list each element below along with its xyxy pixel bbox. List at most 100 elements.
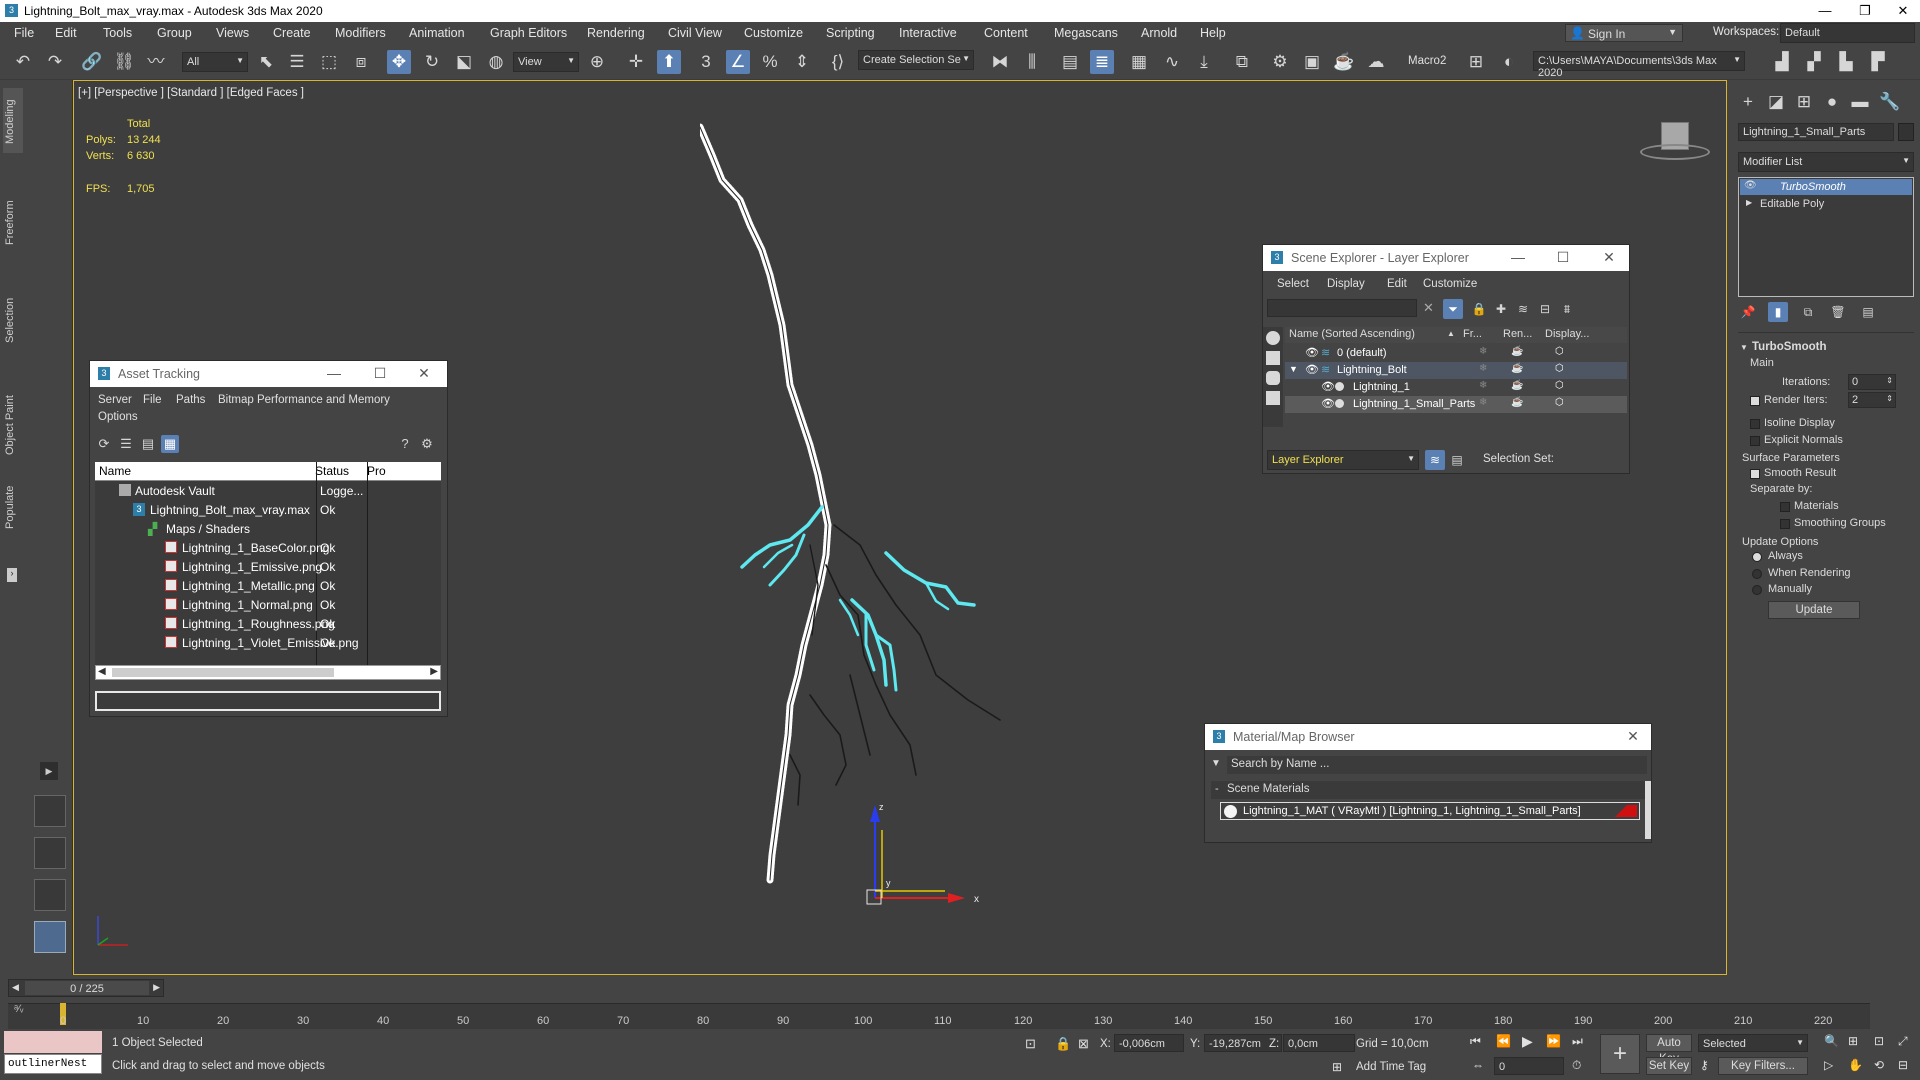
refresh-icon[interactable]: ⟳ [95, 435, 113, 453]
rendered-frame-window-icon[interactable]: ▣ [1300, 50, 1324, 74]
display-tab-icon[interactable]: ▬ [1848, 90, 1872, 114]
orbit-icon[interactable]: ⟲ [1874, 1058, 1884, 1072]
percent-snap-icon[interactable]: % [758, 50, 782, 74]
rectangular-selection-icon[interactable]: ⬚ [317, 50, 341, 74]
absolute-mode-icon[interactable]: ⊠ [1078, 1036, 1089, 1052]
display-box-icon[interactable]: ⬡ [1555, 380, 1564, 391]
select-manipulate-icon[interactable]: ✛ [624, 50, 648, 74]
materials-checkbox[interactable] [1780, 502, 1790, 512]
scene-menu-edit[interactable]: Edit [1387, 278, 1407, 290]
modifier-list-dropdown[interactable]: Modifier List ▼ [1738, 152, 1914, 172]
table-row[interactable]: ▞ Maps / Shaders [95, 520, 441, 539]
asset-menu-server[interactable]: Server [98, 394, 132, 406]
layer-row[interactable]: 👁 ≋ 0 (default) ❄ ☕ ⬡ [1285, 345, 1627, 362]
menu-megascans[interactable]: Megascans [1054, 26, 1118, 40]
scale-icon[interactable]: ⬕ [452, 50, 476, 74]
named-selection-dropdown[interactable]: Create Selection Se ▼ [858, 50, 974, 70]
spinner-snap-icon[interactable]: ⇕ [790, 50, 814, 74]
toolbar-right-4-icon[interactable]: ▛ [1866, 50, 1890, 74]
render-teapot-icon[interactable]: ☕ [1511, 380, 1523, 391]
add-time-tag[interactable]: Add Time Tag [1356, 1061, 1426, 1073]
column-status[interactable]: Status [315, 464, 349, 478]
spinner-arrows-icon[interactable]: ⇕ [1886, 376, 1893, 385]
expand-tab-icon[interactable]: › [7, 568, 17, 582]
layout-triple-icon[interactable] [34, 879, 66, 911]
pin-stack-icon[interactable]: 📌 [1738, 302, 1758, 322]
curve-editor-icon[interactable]: ∿ [1160, 50, 1184, 74]
edit-named-selection-icon[interactable]: {⟩ [826, 50, 850, 74]
stack-item-turbosmooth[interactable]: 👁 TurboSmooth [1740, 179, 1912, 195]
maxscript-output[interactable] [4, 1031, 102, 1053]
grid-view-icon[interactable]: ▦ [161, 435, 179, 453]
workspace-dropdown[interactable]: Default [1780, 23, 1915, 43]
menu-arnold[interactable]: Arnold [1141, 26, 1177, 40]
key-filters-button[interactable]: Key Filters... [1718, 1057, 1808, 1075]
key-mode-icon[interactable]: ⇔ [1472, 1058, 1484, 1072]
show-end-result-icon[interactable]: ▮ [1768, 302, 1788, 322]
asset-menu-bitmap[interactable]: Bitmap Performance and Memory [218, 394, 390, 406]
redo-icon[interactable]: ↷ [43, 50, 67, 74]
render-setup-icon[interactable]: ⚙ [1268, 50, 1292, 74]
update-button[interactable]: Update [1768, 601, 1860, 619]
tab-populate[interactable]: Populate [4, 470, 22, 545]
schematic-view-icon[interactable]: ⤓ [1192, 50, 1216, 74]
configure-sets-icon[interactable]: ▤ [1858, 302, 1878, 322]
lock-icon[interactable]: 🔒 [1469, 299, 1489, 319]
close-icon[interactable]: ✕ [1888, 3, 1918, 19]
scene-explorer-icon[interactable]: ▤ [1058, 50, 1082, 74]
visibility-eye-icon[interactable]: 👁 [1321, 397, 1335, 410]
render-iters-spinner[interactable]: 2 ⇕ [1848, 392, 1896, 408]
layers-icon[interactable]: ≋ [1513, 299, 1533, 319]
asset-menu-file[interactable]: File [143, 394, 162, 406]
object-color-swatch[interactable] [1898, 123, 1914, 141]
slider-next-icon[interactable]: ▶ [153, 982, 160, 993]
keyboard-shortcut-override-icon[interactable]: ⬆ [657, 50, 681, 74]
layout-split-icon[interactable] [34, 837, 66, 869]
minimize-icon[interactable]: — [324, 365, 344, 381]
ribbon-icon[interactable]: ▦ [1127, 50, 1151, 74]
slider-prev-icon[interactable]: ◀ [12, 982, 19, 993]
table-row[interactable]: Lightning_1_Violet_Emissive.png Ok [95, 634, 441, 653]
zoom-icon[interactable]: 🔍 [1824, 1034, 1839, 1048]
freeze-icon[interactable]: ❄ [1479, 346, 1487, 357]
shader-ball-icon[interactable]: ◐ [1497, 50, 1521, 74]
curve-editor-toggle-icon[interactable]: ᵃ⁄ᵥ [14, 1003, 23, 1015]
material-browser-titlebar[interactable]: 3 Material/Map Browser ✕ [1205, 724, 1651, 750]
maximize-icon[interactable]: ☐ [1553, 249, 1573, 266]
close-icon[interactable]: ✕ [1623, 728, 1643, 745]
iterations-spinner[interactable]: 0 ⇕ [1848, 374, 1896, 390]
maxscript-listener[interactable]: outlinerNest [4, 1031, 102, 1075]
utilities-tab-icon[interactable]: 🔧 [1878, 90, 1902, 114]
render-teapot-icon[interactable]: ☕ [1511, 397, 1523, 408]
tab-object-paint[interactable]: Object Paint [4, 375, 22, 475]
table-row[interactable]: Autodesk Vault Logge... [95, 482, 441, 501]
window-crossing-icon[interactable]: ⧈ [349, 50, 373, 74]
material-editor-icon[interactable]: ⧉ [1230, 50, 1254, 74]
material-item[interactable]: Lightning_1_MAT ( VRayMtl ) [Lightning_1… [1220, 802, 1640, 820]
scene-menu-customize[interactable]: Customize [1423, 278, 1477, 290]
asset-menu-paths[interactable]: Paths [176, 394, 205, 406]
viewcube[interactable] [1640, 118, 1710, 163]
key-filter-icon[interactable]: ⚷ [1700, 1058, 1709, 1072]
table-row[interactable]: Lightning_1_BaseColor.png Ok [95, 539, 441, 558]
time-config-icon[interactable]: ⏱ [1572, 1058, 1581, 1073]
align-icon[interactable]: ⫼ [1020, 50, 1044, 74]
smoothing-groups-checkbox[interactable] [1780, 519, 1790, 529]
pan-icon[interactable]: ✋ [1848, 1058, 1863, 1072]
freeze-icon[interactable]: ❄ [1479, 363, 1487, 374]
auto-key-button[interactable]: Auto Key [1646, 1034, 1692, 1065]
menu-modifiers[interactable]: Modifiers [335, 26, 386, 40]
visibility-eye-icon[interactable]: 👁 [1305, 363, 1319, 376]
snaps-toggle-icon[interactable]: 3 [694, 50, 718, 74]
menu-scripting[interactable]: Scripting [826, 26, 875, 40]
scene-menu-select[interactable]: Select [1277, 278, 1309, 290]
selection-lock-icon[interactable]: 🔒 [1055, 1036, 1071, 1052]
current-frame-field[interactable]: 0 [1494, 1057, 1564, 1075]
tab-selection[interactable]: Selection [4, 280, 22, 360]
bind-spacewarp-icon[interactable]: 〰 [144, 50, 168, 74]
visibility-eye-icon[interactable]: 👁 [1305, 346, 1319, 359]
select-object-icon[interactable]: ⬉ [254, 50, 278, 74]
menu-tools[interactable]: Tools [103, 26, 132, 40]
display-box-icon[interactable]: ⬡ [1555, 363, 1564, 374]
angle-snap-icon[interactable]: ∠ [726, 50, 750, 74]
